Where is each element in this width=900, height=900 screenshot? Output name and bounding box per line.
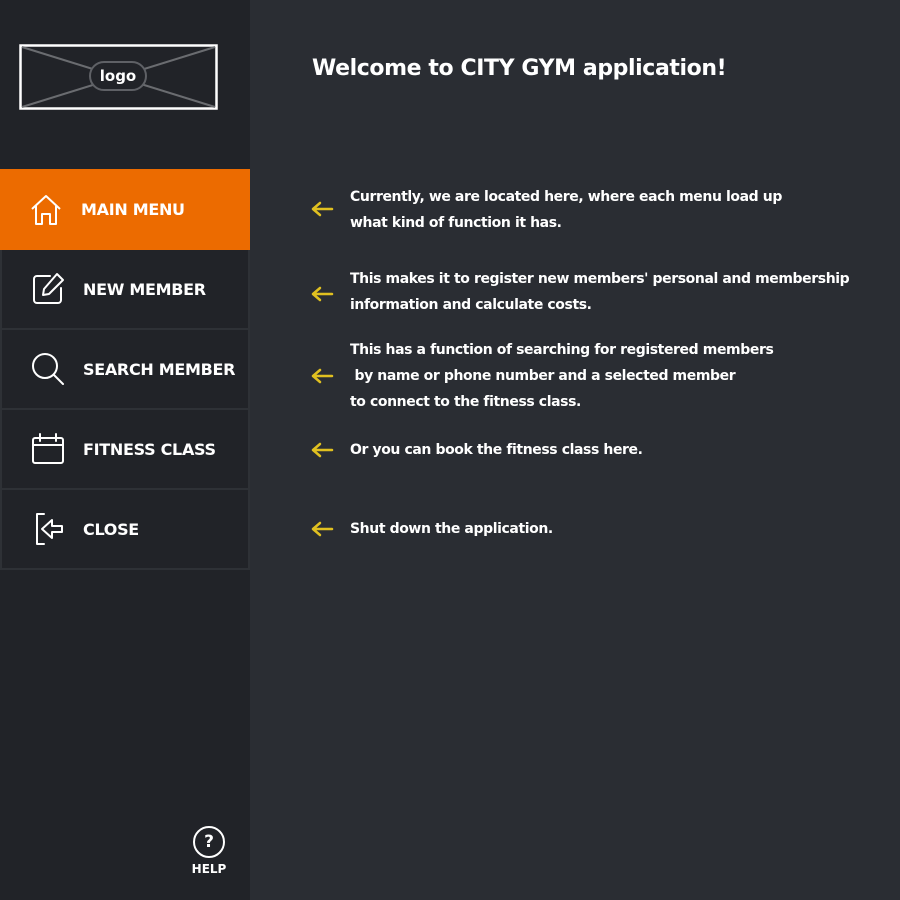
arrow-left-icon (311, 201, 334, 217)
description-text: This makes it to register new members' p… (350, 271, 850, 313)
sidebar: logo MAIN MENU NEW MEMBER SEARCH MEMBER … (0, 0, 250, 900)
logo-text: logo (89, 61, 147, 91)
nav-item-close[interactable]: CLOSE (0, 490, 250, 570)
description-text: Or you can book the fitness class here. (350, 442, 643, 458)
logo: logo (19, 44, 218, 110)
help-label: HELP (191, 862, 227, 876)
home-icon (28, 192, 64, 228)
nav-label: SEARCH MEMBER (83, 359, 236, 379)
help-button[interactable]: ? HELP (190, 826, 228, 876)
edit-icon (30, 271, 66, 307)
arrow-left-icon (311, 521, 334, 537)
nav-item-fitness-class[interactable]: FITNESS CLASS (0, 410, 250, 490)
nav-label: NEW MEMBER (83, 279, 206, 299)
main-nav: MAIN MENU NEW MEMBER SEARCH MEMBER FITNE… (0, 169, 250, 570)
nav-label: CLOSE (83, 519, 139, 539)
search-icon (30, 351, 66, 387)
page-title: Welcome to CITY GYM application! (312, 56, 727, 81)
exit-icon (30, 511, 66, 547)
nav-label: MAIN MENU (81, 200, 185, 219)
description-text: This has a function of searching for reg… (350, 342, 774, 410)
help-icon: ? (193, 826, 225, 858)
nav-label: FITNESS CLASS (83, 439, 216, 459)
nav-item-search-member[interactable]: SEARCH MEMBER (0, 330, 250, 410)
arrow-left-icon (311, 442, 334, 458)
description-text: Currently, we are located here, where ea… (350, 189, 782, 231)
calendar-icon (30, 431, 66, 467)
nav-item-new-member[interactable]: NEW MEMBER (0, 250, 250, 330)
description-text: Shut down the application. (350, 521, 553, 537)
arrow-left-icon (311, 368, 334, 384)
nav-item-main-menu[interactable]: MAIN MENU (0, 169, 250, 250)
arrow-left-icon (311, 286, 334, 302)
